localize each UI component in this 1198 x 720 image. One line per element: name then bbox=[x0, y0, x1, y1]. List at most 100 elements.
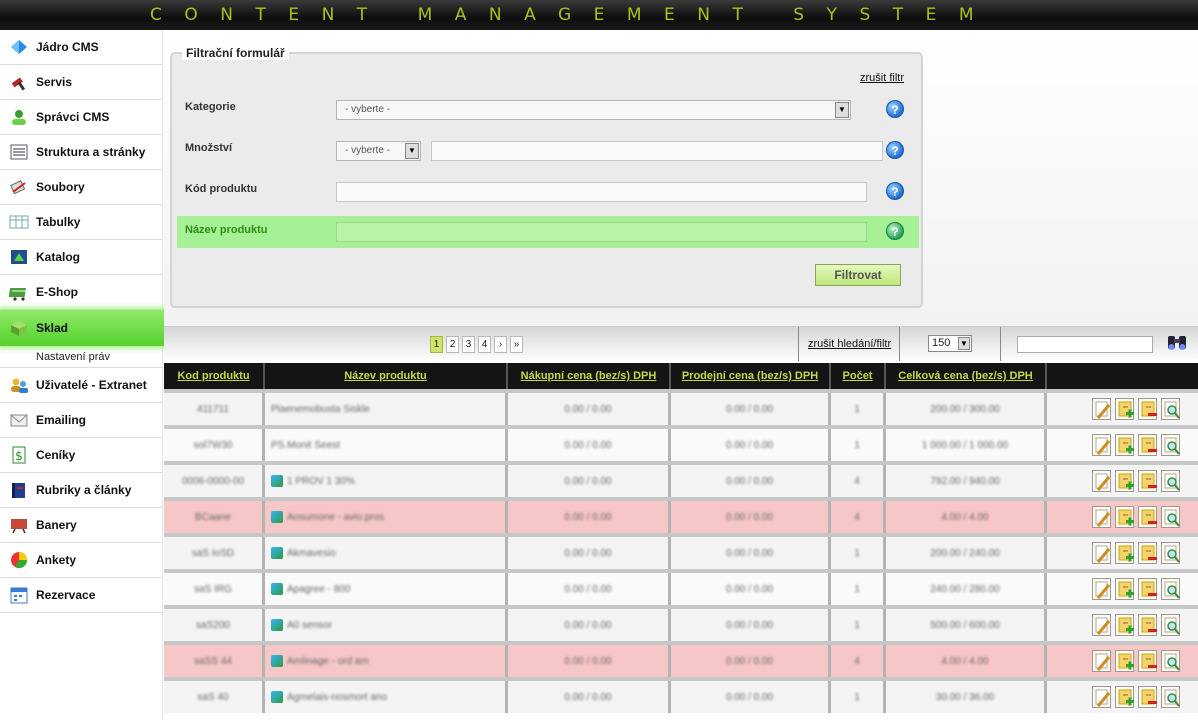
help-icon[interactable]: ? bbox=[886, 141, 904, 159]
add-icon[interactable] bbox=[1114, 434, 1134, 456]
sidebar-item-book[interactable]: Rubriky a články bbox=[0, 473, 162, 508]
edit-icon[interactable] bbox=[1091, 614, 1111, 636]
page-link[interactable]: 3 bbox=[462, 336, 475, 353]
remove-icon[interactable] bbox=[1137, 506, 1157, 528]
edit-icon[interactable] bbox=[1091, 470, 1111, 492]
sidebar-item-table[interactable]: Tabulky bbox=[0, 205, 162, 240]
detail-icon[interactable] bbox=[1160, 506, 1180, 528]
name-input[interactable] bbox=[336, 222, 867, 242]
sidebar-item-cart[interactable]: E-Shop bbox=[0, 275, 162, 310]
sidebar-item-calendar[interactable]: Rezervace bbox=[0, 578, 162, 613]
edit-icon[interactable] bbox=[1091, 578, 1111, 600]
sidebar-subitem-permissions[interactable]: Nastavení práv bbox=[0, 346, 162, 368]
page-link[interactable]: 4 bbox=[478, 336, 491, 353]
detail-icon[interactable] bbox=[1160, 470, 1180, 492]
remove-icon[interactable] bbox=[1137, 398, 1157, 420]
sidebar-item-pie[interactable]: Ankety bbox=[0, 543, 162, 578]
add-icon[interactable] bbox=[1114, 650, 1134, 672]
sidebar-item-label: Ankety bbox=[36, 553, 77, 567]
edit-icon[interactable] bbox=[1091, 506, 1111, 528]
detail-icon[interactable] bbox=[1160, 434, 1180, 456]
table-row[interactable]: 411711 Plaenemobusta Siskle 0.00 / 0.00 0.0… bbox=[164, 389, 1198, 425]
table-row[interactable]: saS 40 Agmelais-nosmort ano 0.00 / 0.00 0.0… bbox=[164, 677, 1198, 713]
clear-search-link[interactable]: zrušit hledání/filtr bbox=[808, 338, 891, 350]
table-row[interactable]: 0006-0000-00 1 PROV 1 30% 0.00 / 0.00 0.00 … bbox=[164, 461, 1198, 497]
quantity-input[interactable] bbox=[431, 141, 883, 161]
category-label: Kategorie bbox=[185, 101, 236, 113]
cell-sell: 0.00 / 0.00 bbox=[671, 645, 831, 677]
help-icon[interactable]: ? bbox=[886, 222, 904, 240]
sidebar-item-list[interactable]: Struktura a stránky bbox=[0, 135, 162, 170]
page-link[interactable]: › bbox=[494, 336, 507, 353]
cell-buy: 0.00 / 0.00 bbox=[508, 537, 671, 569]
remove-icon[interactable] bbox=[1137, 578, 1157, 600]
clear-filter-link[interactable]: zrušit filtr bbox=[860, 72, 904, 84]
help-icon[interactable]: ? bbox=[886, 100, 904, 118]
chevron-down-icon[interactable]: ▼ bbox=[835, 102, 849, 118]
column-header[interactable]: Kod produktu bbox=[164, 363, 265, 389]
table-row[interactable]: BCaane Aosumone - avio.pros 0.00 / 0.00 0.0… bbox=[164, 497, 1198, 533]
edit-icon[interactable] bbox=[1091, 434, 1111, 456]
detail-icon[interactable] bbox=[1160, 542, 1180, 564]
category-select[interactable]: - vyberte - ▼ bbox=[336, 100, 851, 120]
detail-icon[interactable] bbox=[1160, 578, 1180, 600]
sidebar-item-users[interactable]: Správci CMS bbox=[0, 100, 162, 135]
add-icon[interactable] bbox=[1114, 686, 1134, 708]
remove-icon[interactable] bbox=[1137, 614, 1157, 636]
sidebar-item-envelope[interactable]: Emailing bbox=[0, 403, 162, 438]
table-row[interactable]: sol7W30 PS.Monit Seest 0.00 / 0.00 0.00 / 0… bbox=[164, 425, 1198, 461]
add-icon[interactable] bbox=[1114, 614, 1134, 636]
detail-icon[interactable] bbox=[1160, 398, 1180, 420]
sidebar-item-hammer[interactable]: Servis bbox=[0, 65, 162, 100]
chevron-down-icon[interactable]: ▼ bbox=[958, 337, 970, 350]
detail-icon[interactable] bbox=[1160, 650, 1180, 672]
chevron-down-icon[interactable]: ▼ bbox=[405, 143, 419, 159]
column-header[interactable]: Nákupní cena (bez/s) DPH bbox=[508, 363, 671, 389]
remove-icon[interactable] bbox=[1137, 686, 1157, 708]
sidebar-item-catalog[interactable]: Katalog bbox=[0, 240, 162, 275]
detail-icon[interactable] bbox=[1160, 614, 1180, 636]
binoculars-icon[interactable] bbox=[1166, 333, 1188, 353]
add-icon[interactable] bbox=[1114, 506, 1134, 528]
table-row[interactable]: saS IoSD Akmavesio 0.00 / 0.00 0.00 / 0.00 1… bbox=[164, 533, 1198, 569]
sidebar-item-diamond[interactable]: Jádro CMS bbox=[0, 30, 162, 65]
sidebar-item-files[interactable]: Soubory bbox=[0, 170, 162, 205]
edit-icon[interactable] bbox=[1091, 398, 1111, 420]
sidebar-item-price[interactable]: $ Ceníky bbox=[0, 438, 162, 473]
page-link[interactable]: » bbox=[510, 336, 523, 353]
filter-button[interactable]: Filtrovat bbox=[815, 264, 901, 286]
add-icon[interactable] bbox=[1114, 470, 1134, 492]
sidebar-item-box[interactable]: Sklad bbox=[0, 310, 168, 346]
cell-text: 240.00 / 280.00 bbox=[930, 583, 1000, 595]
detail-icon[interactable] bbox=[1160, 686, 1180, 708]
sidebar-item-label: Jádro CMS bbox=[36, 40, 99, 54]
table-row[interactable]: saS IRG Apagree - 800 0.00 / 0.00 0.00 / 0.… bbox=[164, 569, 1198, 605]
search-input[interactable] bbox=[1017, 336, 1153, 353]
sidebar-item-user-group[interactable]: Uživatelé - Extranet bbox=[0, 368, 162, 403]
remove-icon[interactable] bbox=[1137, 650, 1157, 672]
sidebar-item-banner[interactable]: Banery bbox=[0, 508, 162, 543]
code-input[interactable] bbox=[336, 182, 867, 202]
column-header[interactable]: Název produktu bbox=[265, 363, 508, 389]
add-icon[interactable] bbox=[1114, 578, 1134, 600]
table-row[interactable]: saS200 A0 sensor 0.00 / 0.00 0.00 / 0.00 1 50… bbox=[164, 605, 1198, 641]
column-header[interactable]: Celková cena (bez/s) DPH bbox=[886, 363, 1047, 389]
edit-icon[interactable] bbox=[1091, 650, 1111, 672]
filter-row-name: Název produktu ? bbox=[177, 216, 919, 248]
help-icon[interactable]: ? bbox=[886, 182, 904, 200]
edit-icon[interactable] bbox=[1091, 686, 1111, 708]
page-link[interactable]: 1 bbox=[430, 336, 443, 353]
per-page-select[interactable]: 150 ▼ bbox=[928, 335, 972, 352]
remove-icon[interactable] bbox=[1137, 542, 1157, 564]
quantity-operator-select[interactable]: - vyberte - ▼ bbox=[336, 141, 421, 161]
remove-icon[interactable] bbox=[1137, 470, 1157, 492]
edit-icon[interactable] bbox=[1091, 542, 1111, 564]
add-icon[interactable] bbox=[1114, 542, 1134, 564]
table-row[interactable]: saSS 44 Amlinage - ord am 0.00 / 0.00 0.00 … bbox=[164, 641, 1198, 677]
column-header[interactable]: Prodejní cena (bez/s) DPH bbox=[671, 363, 831, 389]
remove-icon[interactable] bbox=[1137, 434, 1157, 456]
add-icon[interactable] bbox=[1114, 398, 1134, 420]
column-header[interactable]: Počet bbox=[831, 363, 886, 389]
page-link[interactable]: 2 bbox=[446, 336, 459, 353]
cell-text: 0.00 / 0.00 bbox=[564, 511, 612, 523]
